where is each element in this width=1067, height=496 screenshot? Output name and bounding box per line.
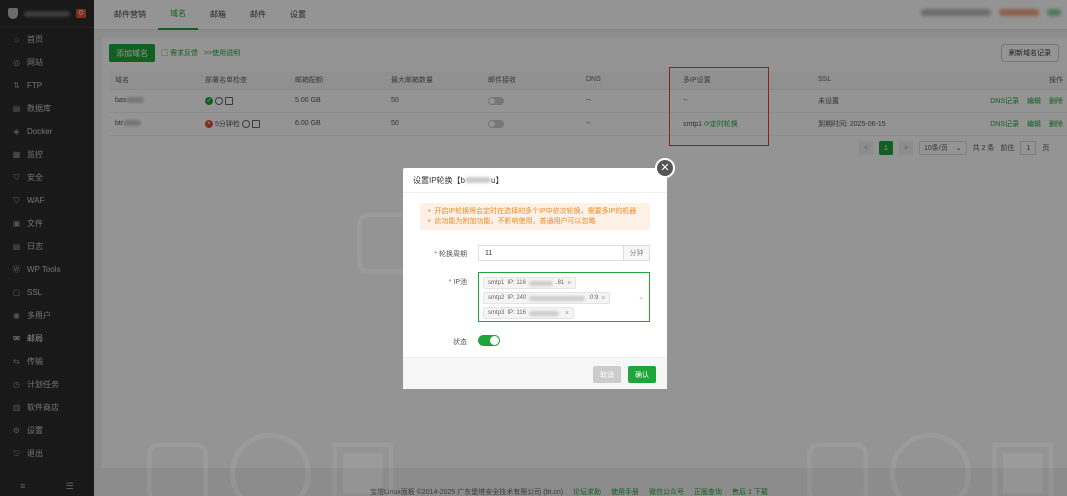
ip-pool-select[interactable]: smtp1 IP: 116.81 × smtp2 IP: 240:0:9 × smtp3…: [478, 272, 650, 322]
watermark-logo: ▢◯▣: [140, 420, 411, 496]
dialog-title: 设置IP轮换【b u】: [403, 168, 667, 193]
warning-alert: 开启IP轮换将会定时在选择的多个IP中依次轮换，需要多IP的机器 此功能为附加功…: [420, 203, 650, 230]
remove-tag-icon[interactable]: ×: [601, 295, 605, 302]
alert-line: 此功能为附加功能，不影响使用，普通用户可以忽略: [428, 217, 642, 227]
ip-tag: smtp2 IP: 240:0:9 ×: [483, 292, 611, 304]
chevron-down-icon: ⌄: [638, 294, 644, 301]
period-value: 11: [485, 249, 493, 257]
ip-rotation-dialog: 设置IP轮换【b u】 开启IP轮换将会定时在选择的多个IP中依次轮换，需要多I…: [403, 168, 667, 389]
period-label: * 轮换周期: [434, 251, 467, 258]
domain-redacted: [465, 177, 492, 183]
watermark-logo: ▢◯▣: [800, 420, 1067, 496]
dialog-title-suffix: u】: [491, 175, 504, 185]
confirm-button[interactable]: 确认: [628, 366, 656, 383]
remove-tag-icon[interactable]: ×: [565, 310, 569, 317]
dialog-footer: 取消 确认: [403, 357, 667, 389]
remove-tag-icon[interactable]: ×: [567, 280, 571, 287]
close-icon[interactable]: ✕: [655, 158, 675, 178]
period-input[interactable]: 11 分钟: [478, 245, 650, 261]
ip-pool-label: * IP池: [448, 279, 467, 286]
status-label: 状态: [453, 339, 467, 346]
dialog-title-prefix: 设置IP轮换【b: [413, 175, 466, 185]
period-unit: 分钟: [623, 246, 649, 260]
ip-tag: smtp1 IP: 116.81 ×: [483, 277, 577, 289]
ip-tag: smtp3 IP: 116 ×: [483, 307, 575, 319]
alert-line: 开启IP轮换将会定时在选择的多个IP中依次轮换，需要多IP的机器: [428, 207, 642, 217]
status-toggle[interactable]: [478, 335, 500, 346]
cancel-button[interactable]: 取消: [593, 366, 621, 383]
